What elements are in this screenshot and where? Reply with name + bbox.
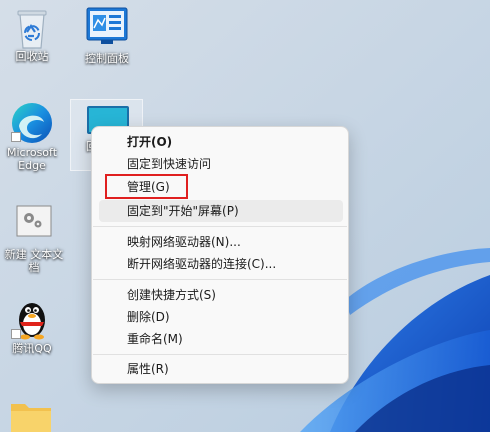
folder-icon [11, 404, 51, 432]
recycle-bin-icon [17, 10, 47, 49]
menu-separator [93, 354, 347, 355]
control-panel-icon [86, 7, 128, 44]
menu-separator [93, 279, 347, 280]
desktop-icon-label: 腾讯QQ [12, 342, 52, 355]
menu-item-pin-quick-access[interactable]: 固定到快速访问 [92, 153, 348, 175]
shortcut-arrow-icon [11, 132, 21, 142]
menu-separator [93, 226, 347, 227]
desktop-icon-label: 控制面板 [85, 52, 129, 65]
menu-item-create-shortcut[interactable]: 创建快捷方式(S) [92, 284, 348, 306]
desktop-icon-recycle-bin[interactable]: 回收站 [4, 6, 60, 63]
menu-item-rename[interactable]: 重命名(M) [92, 328, 348, 350]
text-document-icon [16, 205, 52, 237]
desktop-icon-folder[interactable] [8, 398, 54, 432]
desktop-icon-edge[interactable]: Microsoft Edge [2, 100, 62, 172]
menu-item-disconnect-network-drive[interactable]: 断开网络驱动器的连接(C)... [92, 253, 348, 275]
desktop-icon-label: 回收站 [15, 50, 49, 63]
menu-item-delete[interactable]: 删除(D) [92, 306, 348, 328]
menu-item-open[interactable]: 打开(O) [92, 131, 348, 153]
menu-item-pin-start[interactable]: 固定到"开始"屏幕(P) [99, 200, 343, 222]
desktop-icon-label: 新建 文本文档 [4, 248, 64, 274]
desktop-icon-label: Microsoft Edge [6, 146, 58, 172]
highlight-box-manage [105, 174, 188, 199]
menu-item-map-network-drive[interactable]: 映射网络驱动器(N)... [92, 231, 348, 253]
menu-item-properties[interactable]: 属性(R) [92, 358, 348, 380]
desktop-icon-qq[interactable]: 腾讯QQ [3, 296, 61, 355]
shortcut-arrow-icon [11, 329, 21, 339]
desktop-icon-text-document[interactable]: 新建 文本文档 [0, 204, 68, 274]
context-menu: 打开(O) 固定到快速访问 管理(G) 固定到"开始"屏幕(P) 映射网络驱动器… [91, 126, 349, 384]
desktop-icon-control-panel[interactable]: 控制面板 [78, 6, 136, 65]
